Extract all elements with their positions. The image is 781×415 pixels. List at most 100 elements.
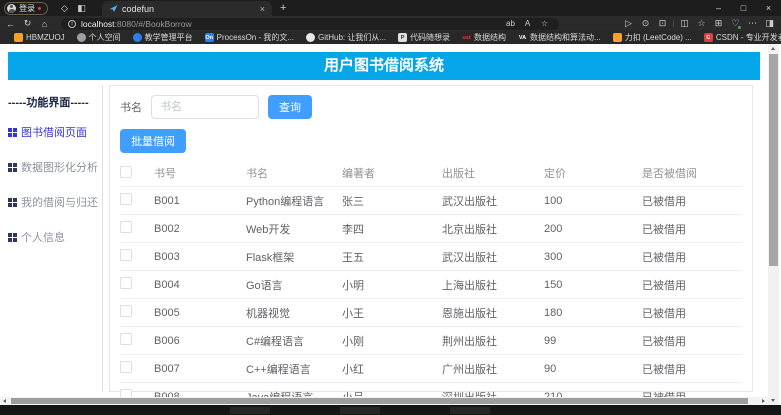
row-checkbox[interactable] <box>120 193 132 205</box>
bookmark-label: HBMZUOJ <box>26 33 65 42</box>
collections-icon[interactable]: ⊞ <box>710 17 727 31</box>
menu-grid-icon <box>8 163 17 172</box>
bookmark-item[interactable]: ust数据结构 <box>456 32 512 43</box>
sidebar-item-label: 个人信息 <box>21 229 65 245</box>
horizontal-scroll-thumb[interactable] <box>11 398 748 404</box>
cell-publisher: 武汉出版社 <box>442 243 544 271</box>
cell-publisher: 荆州出版社 <box>442 327 544 355</box>
cell-status: 已被借用 <box>642 299 742 327</box>
cell-status: 已被借用 <box>642 327 742 355</box>
row-checkbox-cell <box>120 215 154 243</box>
row-checkbox[interactable] <box>120 305 132 317</box>
cell-author: 小明 <box>342 271 442 299</box>
bookmark-item[interactable]: CCSDN - 专业开发者... <box>698 32 781 43</box>
sidebar-item-4[interactable]: 个人信息 <box>8 229 102 245</box>
bookmark-item[interactable]: HBMZUOJ <box>8 33 71 42</box>
bookmarks-bar: HBMZUOJ 个人空间 教学管理平台 OnProcessOn - 我的文...Git… <box>0 31 781 44</box>
sidebar-item-label: 数据图形化分析 <box>21 159 98 175</box>
sidebar-item-3[interactable]: 我的借阅与归还 <box>8 194 102 210</box>
row-checkbox-cell <box>120 243 154 271</box>
bookmark-favicon: VA <box>518 33 527 42</box>
select-all-checkbox[interactable] <box>120 166 132 178</box>
maximize-button[interactable]: □ <box>731 0 756 16</box>
favorite-star-icon[interactable]: ☆ <box>537 17 552 31</box>
scroll-down-icon[interactable] <box>771 399 775 402</box>
bookmark-item[interactable]: 个人空间 <box>71 32 127 43</box>
cell-title: Flask框架 <box>246 243 342 271</box>
bookmark-item[interactable]: 教学管理平台 <box>127 32 199 43</box>
cell-title: Web开发 <box>246 215 342 243</box>
cell-title: Go语言 <box>246 271 342 299</box>
cell-price: 100 <box>544 187 642 215</box>
refresh-icon[interactable]: ↻ <box>19 17 36 31</box>
copilot-icon[interactable]: ⊙ <box>637 17 654 31</box>
scroll-up-icon[interactable] <box>771 47 775 50</box>
browser-tab[interactable]: codefun × <box>102 1 272 16</box>
translate-icon[interactable]: ab <box>503 17 518 31</box>
taskbar-item[interactable] <box>340 407 380 414</box>
query-button[interactable]: 查询 <box>268 95 312 119</box>
scroll-right-icon[interactable] <box>762 399 765 403</box>
split-screen-icon[interactable]: ◫ <box>676 17 693 31</box>
row-checkbox[interactable] <box>120 277 132 289</box>
scroll-left-icon[interactable] <box>3 399 6 403</box>
horizontal-scrollbar[interactable] <box>0 397 768 405</box>
minimize-button[interactable]: – <box>706 0 731 16</box>
taskbar-item[interactable] <box>230 407 270 414</box>
url-bar[interactable]: i localhost :8080/#/BookBorrow abA☆ <box>61 18 559 30</box>
bookmark-item[interactable]: 力扣 (LeetCode) ... <box>607 32 698 43</box>
sidebar-toggle-icon[interactable]: ◨ <box>761 17 778 31</box>
cell-price: 90 <box>544 355 642 383</box>
tab-actions-icon[interactable]: ◧ <box>73 1 90 15</box>
bookmark-favicon <box>613 33 622 42</box>
taskbar-item[interactable] <box>450 407 490 414</box>
menu-grid-icon <box>8 198 17 207</box>
sidebar-item-2[interactable]: 数据图形化分析 <box>8 159 102 175</box>
column-header: 出版社 <box>442 160 544 187</box>
media-controls-icon[interactable]: ▷ <box>620 17 637 31</box>
cell-id: B007 <box>154 355 246 383</box>
table-row: B007C++编程语言小红广州出版社90已被借用 <box>120 355 742 383</box>
vertical-scroll-thumb[interactable] <box>769 54 778 266</box>
sidebar-title: -----功能界面----- <box>8 94 102 110</box>
read-aloud-icon[interactable]: A <box>520 17 535 31</box>
sidebar-item-label: 图书借阅页面 <box>21 124 87 140</box>
close-button[interactable]: × <box>756 0 781 16</box>
cell-publisher: 上海出版社 <box>442 271 544 299</box>
row-checkbox[interactable] <box>120 333 132 345</box>
row-checkbox[interactable] <box>120 221 132 233</box>
bookmark-favicon: On <box>205 33 214 42</box>
cell-title: C++编程语言 <box>246 355 342 383</box>
batch-borrow-button[interactable]: 批量借阅 <box>120 129 186 153</box>
column-header: 编著者 <box>342 160 442 187</box>
sidebar-item-1[interactable]: 图书借阅页面 <box>8 124 102 140</box>
row-checkbox[interactable] <box>120 361 132 373</box>
row-checkbox[interactable] <box>120 249 132 261</box>
extensions-icon[interactable]: ⊡ <box>654 17 671 31</box>
book-name-input[interactable] <box>151 95 259 119</box>
new-tab-button[interactable]: + <box>280 2 286 14</box>
more-options-icon[interactable]: ⋯ <box>744 17 761 31</box>
profile-button[interactable]: 登录 <box>4 2 48 15</box>
cell-author: 小红 <box>342 355 442 383</box>
cell-author: 张三 <box>342 187 442 215</box>
tab-close-icon[interactable]: × <box>260 4 265 14</box>
vertical-scrollbar[interactable] <box>768 44 779 405</box>
back-icon[interactable]: ← <box>2 17 19 31</box>
site-info-icon[interactable]: i <box>68 20 76 28</box>
bookmark-label: 教学管理平台 <box>145 32 193 43</box>
windows-taskbar[interactable] <box>0 405 781 415</box>
bookmark-item[interactable]: P代码随想录 <box>392 32 456 43</box>
cell-title: 机器视觉 <box>246 299 342 327</box>
cell-publisher: 武汉出版社 <box>442 187 544 215</box>
workspaces-icon[interactable]: ◇ <box>56 1 73 15</box>
cell-status: 已被借用 <box>642 271 742 299</box>
cell-publisher: 广州出版社 <box>442 355 544 383</box>
bookmark-item[interactable]: GitHub: 让我们从... <box>300 32 392 43</box>
browser-essentials-icon[interactable]: ♡ <box>727 17 744 31</box>
home-icon[interactable]: ⌂ <box>36 17 53 31</box>
bookmark-item[interactable]: VA数据结构和算法动... <box>512 32 607 43</box>
bookmarks-overflow-icon[interactable]: › <box>750 33 753 43</box>
bookmark-item[interactable]: OnProcessOn - 我的文... <box>199 32 300 43</box>
favorites-icon[interactable]: ☆ <box>693 17 710 31</box>
